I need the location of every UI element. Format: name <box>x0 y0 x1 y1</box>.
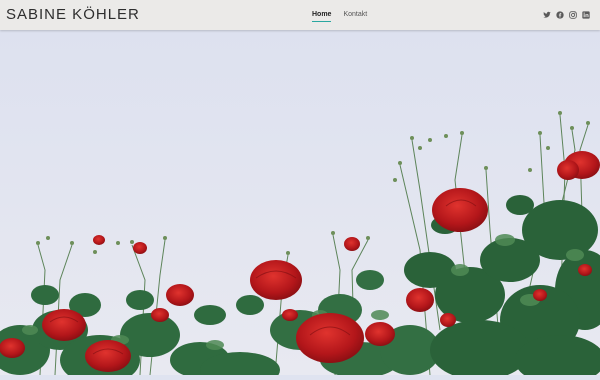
twitter-icon[interactable] <box>542 10 551 19</box>
nav-home-link[interactable]: Home <box>312 11 332 22</box>
social-links <box>542 10 590 19</box>
site-brand[interactable]: SABINE KÖHLER <box>6 6 140 23</box>
main-nav: Home Kontakt <box>312 11 367 22</box>
site-header: SABINE KÖHLER Home Kontakt <box>0 0 600 30</box>
hero-image-roses <box>0 30 600 380</box>
nav-kontakt-link[interactable]: Kontakt <box>343 11 367 21</box>
instagram-icon[interactable] <box>568 10 577 19</box>
facebook-icon[interactable] <box>555 10 564 19</box>
linkedin-icon[interactable] <box>581 10 590 19</box>
